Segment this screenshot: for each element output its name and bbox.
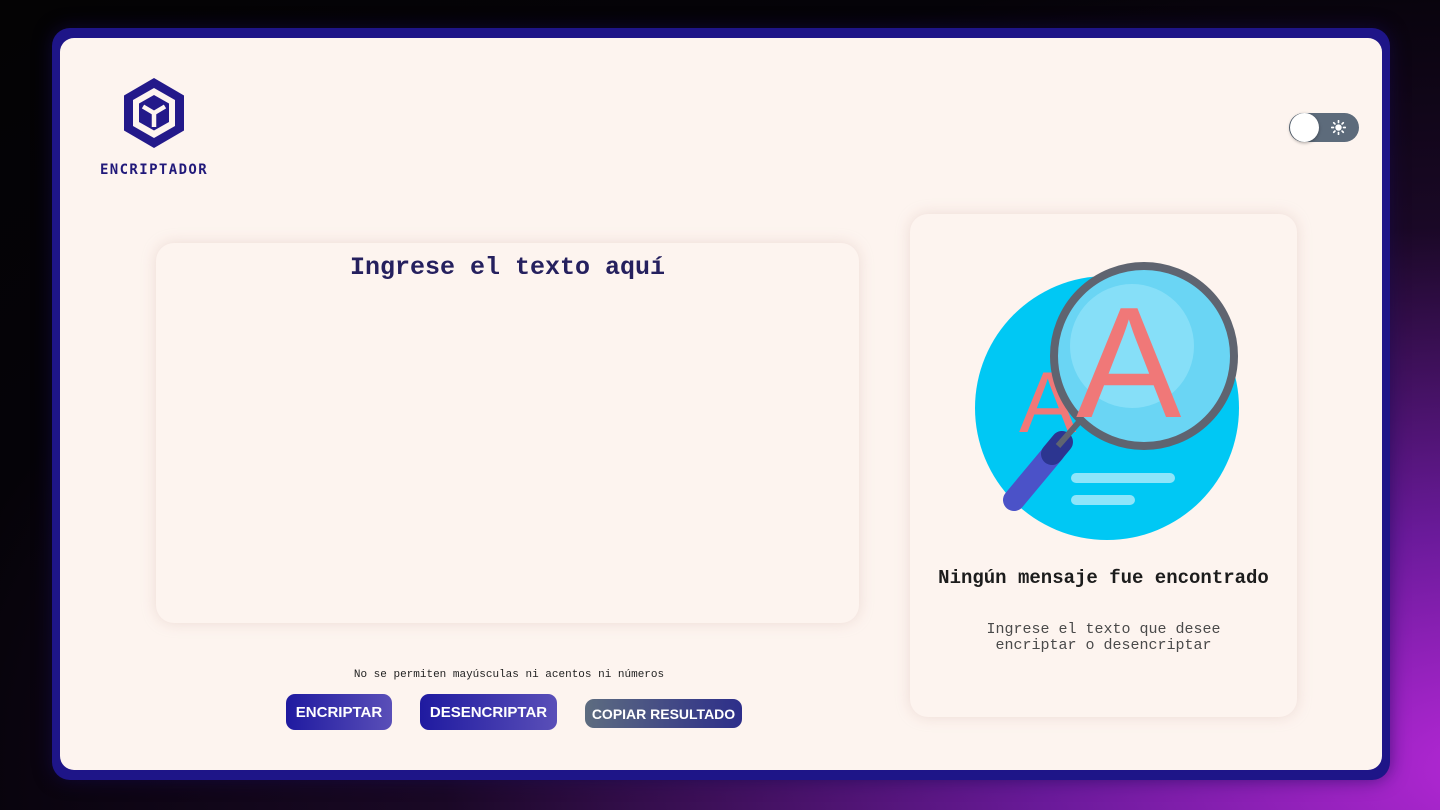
copy-result-button[interactable]: COPIAR RESULTADO [585,699,742,728]
encrypt-button[interactable]: ENCRIPTAR [286,694,392,730]
magnifier-text-icon: A A [975,262,1239,540]
result-card: A A Ningún mensaje fue encontrado Ingres… [910,214,1297,717]
sun-icon [1331,120,1346,135]
result-title: Ningún mensaje fue encontrado [938,567,1269,589]
logo: ENCRIPTADOR [84,76,224,180]
svg-text:A: A [1076,275,1182,451]
text-input[interactable] [156,243,859,623]
input-hint: No se permiten mayúsculas ni acentos ni … [353,669,665,681]
decrypt-button[interactable]: DESENCRIPTAR [420,694,557,730]
toggle-knob[interactable] [1290,113,1319,142]
cube-logo-icon [124,78,184,148]
input-card [156,243,859,623]
logo-text: ENCRIPTADOR [99,162,209,178]
result-description: Ingrese el texto que desee encriptar o d… [986,621,1221,654]
theme-toggle[interactable] [1289,113,1359,142]
